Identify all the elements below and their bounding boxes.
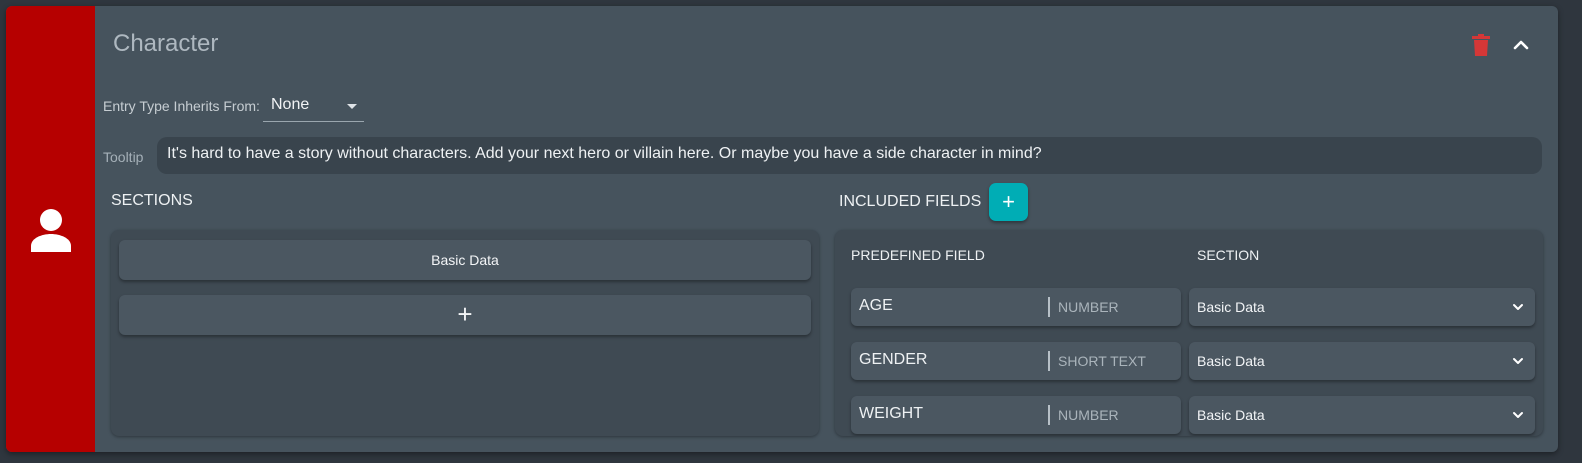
chevron-up-icon[interactable] [1509,33,1533,57]
tooltip-label: Tooltip [103,149,144,165]
chevron-down-icon [1513,412,1523,418]
inherits-select[interactable]: None [263,92,364,122]
field-name: AGE [859,297,893,314]
field-section-value: Basic Data [1197,299,1265,315]
field-type: SHORT TEXT [1058,353,1146,369]
add-field-button[interactable]: + [989,183,1028,221]
field-name-box: AGE NUMBER [851,288,1181,326]
field-name-box: WEIGHT NUMBER [851,396,1181,434]
field-name: GENDER [859,351,928,368]
field-section-value: Basic Data [1197,407,1265,423]
included-fields-heading: INCLUDED FIELDS [839,193,982,210]
field-row: WEIGHT NUMBER Basic Data [835,396,1543,436]
field-type: NUMBER [1058,407,1119,423]
predefined-field-header: PREDEFINED FIELD [851,247,985,263]
divider [1048,405,1050,425]
trash-icon[interactable] [1472,34,1490,56]
entry-title: Character [113,30,219,57]
chevron-down-icon [1513,304,1523,310]
add-section-button[interactable]: + [119,295,811,335]
field-row: GENDER SHORT TEXT Basic Data [835,342,1543,382]
field-section-select[interactable]: Basic Data [1189,396,1535,434]
field-section-value: Basic Data [1197,353,1265,369]
sections-panel: Basic Data + [111,230,819,436]
entry-type-card: Character Entry Type Inherits From: None… [6,6,1558,452]
sections-heading: SECTIONS [111,192,193,209]
caret-down-icon [347,104,357,109]
section-item[interactable]: Basic Data [119,240,811,280]
entry-color-bar [6,6,95,452]
field-type: NUMBER [1058,299,1119,315]
field-row: AGE NUMBER Basic Data [835,288,1543,328]
divider [1048,297,1050,317]
chevron-down-icon [1513,358,1523,364]
inherits-label: Entry Type Inherits From: [103,98,260,114]
person-icon [31,209,71,252]
divider [1048,351,1050,371]
included-fields-panel: PREDEFINED FIELD SECTION AGE NUMBER Basi… [835,230,1543,436]
field-name-box: GENDER SHORT TEXT [851,342,1181,380]
field-name: WEIGHT [859,405,923,422]
inherits-value: None [271,96,310,113]
tooltip-input[interactable]: It's hard to have a story without charac… [157,137,1542,174]
field-section-select[interactable]: Basic Data [1189,342,1535,380]
section-header: SECTION [1197,247,1260,263]
field-section-select[interactable]: Basic Data [1189,288,1535,326]
